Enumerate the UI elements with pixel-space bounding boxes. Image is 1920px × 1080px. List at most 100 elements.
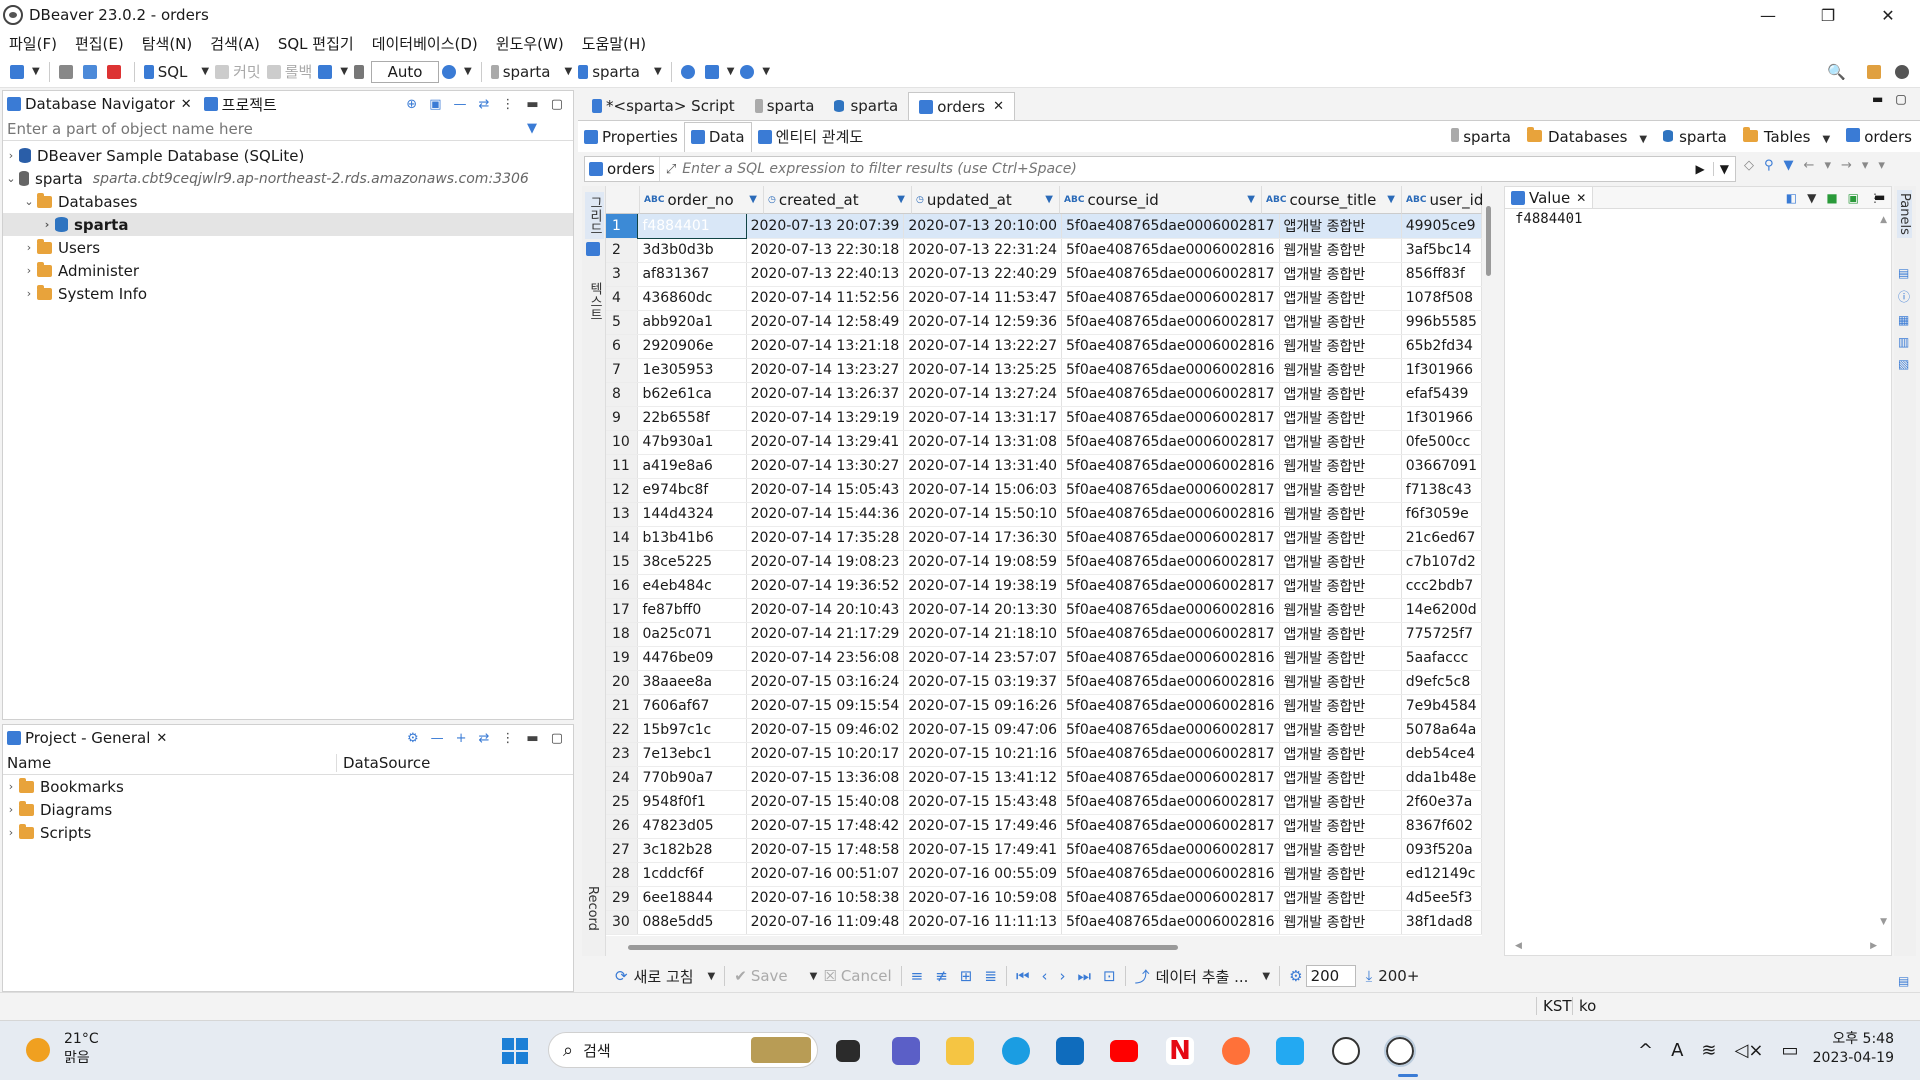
row-number[interactable]: 4 [606,286,639,311]
first-page-icon[interactable]: ⏮ [1016,967,1030,985]
timezone-status[interactable]: KST [1536,997,1572,1015]
cell-course_id[interactable]: 5f0ae408765dae0006002817 [1061,742,1280,767]
start-button[interactable] [502,1038,528,1064]
cell-order_no[interactable]: 436860dc [637,286,747,311]
table-row[interactable]: 6 2920906e 2020-07-14 13:21:18 2020-07-14 1… [606,334,1482,359]
cell-updated_at[interactable]: 2020-07-14 17:36:30 [903,526,1063,551]
menu-file[interactable]: 파일(F) [0,33,66,54]
cell-order_no[interactable]: 2920906e [637,334,747,359]
column-header-order_no[interactable]: ABC order_no ▼ [640,186,764,214]
tasks-button[interactable]: ▼ [704,59,734,85]
settings-icon[interactable]: ⚙ [407,731,419,746]
menu-database[interactable]: 데이터베이스(D) [363,33,487,54]
cell-order_no[interactable]: 15b97c1c [637,718,747,743]
cell-course_id[interactable]: 5f0ae408765dae0006002817 [1061,310,1280,335]
connect-button[interactable] [58,59,77,85]
cell-course_title[interactable]: 앱개발 종합반 [1279,550,1402,575]
forward-icon[interactable]: → [1841,158,1852,173]
breadcrumb-tables[interactable]: Tables ▼ [1742,126,1830,146]
cancel-button[interactable]: ☒ Cancel [823,963,891,989]
row-number[interactable]: 12 [606,478,639,503]
back-icon[interactable]: ← [1804,158,1815,173]
cell-order_no[interactable]: af831367 [637,262,747,287]
cell-course_title[interactable]: 웹개발 종합반 [1279,694,1402,719]
global-search-icon[interactable]: 🔍 [1827,59,1846,85]
fetch-size-settings[interactable]: ⚙ [1289,963,1302,989]
cell-created_at[interactable]: 2020-07-15 13:36:08 [746,766,905,791]
scrollbar-thumb[interactable] [1486,206,1491,276]
more-options-icon[interactable]: ▾ [1878,158,1885,173]
scroll-left-icon[interactable]: ◀ [1515,941,1522,951]
minimize-value-panel-icon[interactable]: ▬ [1874,190,1885,204]
row-number[interactable]: 21 [606,694,639,719]
cell-user_id[interactable]: 5078a64a [1401,718,1482,743]
tree-item-system-info[interactable]: › System Info [3,282,573,305]
cell-updated_at[interactable]: 2020-07-14 20:13:30 [903,598,1063,623]
battery-icon[interactable]: ▭ [1781,1040,1798,1061]
collapse-all-icon[interactable]: — [454,97,467,112]
cell-updated_at[interactable]: 2020-07-16 11:11:13 [903,910,1063,935]
cell-order_no[interactable]: 3c182b28 [637,838,747,863]
menu-help[interactable]: 도움말(H) [573,33,655,54]
cell-updated_at[interactable]: 2020-07-14 23:57:07 [903,646,1063,671]
row-number[interactable]: 14 [606,526,639,551]
cell-updated_at[interactable]: 2020-07-14 13:27:24 [903,382,1063,407]
row-number[interactable]: 30 [606,910,639,935]
cell-order_no[interactable]: 38ce5225 [637,550,747,575]
cell-created_at[interactable]: 2020-07-14 13:29:41 [746,430,905,455]
cell-created_at[interactable]: 2020-07-15 09:15:54 [746,694,905,719]
cell-created_at[interactable]: 2020-07-14 19:36:52 [746,574,905,599]
tab-project-general[interactable]: Project - General ✕ [3,729,171,747]
cell-created_at[interactable]: 2020-07-14 19:08:23 [746,550,905,575]
tab-projects[interactable]: 프로젝트 [196,94,285,115]
cell-created_at[interactable]: 2020-07-16 10:58:38 [746,886,905,911]
tree-item-sample-db[interactable]: › DBeaver Sample Database (SQLite) [3,144,573,167]
row-number[interactable]: 9 [606,406,639,431]
cell-updated_at[interactable]: 2020-07-14 13:31:08 [903,430,1063,455]
filter-expand-icon[interactable]: ⤢ [660,162,682,177]
tools-button[interactable] [680,59,699,85]
row-number[interactable]: 18 [606,622,639,647]
cell-course_title[interactable]: 앱개발 종합반 [1279,838,1402,863]
cell-order_no[interactable]: 22b6558f [637,406,747,431]
cell-user_id[interactable]: c7b107d2 [1401,550,1482,575]
cell-course_id[interactable]: 5f0ae408765dae0006002817 [1061,766,1280,791]
tab-sparta-1[interactable]: sparta [745,92,825,120]
cell-course_id[interactable]: 5f0ae408765dae0006002817 [1061,406,1280,431]
breadcrumb-database[interactable]: sparta [1663,128,1727,146]
teams-chat-icon[interactable] [892,1037,920,1065]
scrollbar-thumb[interactable] [628,945,1178,950]
cell-course_id[interactable]: 5f0ae408765dae0006002817 [1061,478,1280,503]
grid-view-toggle[interactable]: 그리드 [585,192,604,239]
value-content[interactable]: f4884401 [1505,209,1891,229]
table-row[interactable]: 28 1cddcf6f 2020-07-16 00:51:07 2020-07-16 … [606,862,1482,887]
cell-course_title[interactable]: 웹개발 종합반 [1279,502,1402,527]
invalidate-button[interactable] [82,59,101,85]
table-row[interactable]: 5 abb920a1 2020-07-14 12:58:49 2020-07-14 1… [606,310,1482,335]
cell-user_id[interactable]: 2f60e37a [1401,790,1482,815]
sort-icon[interactable]: ▼ [897,194,905,205]
cell-order_no[interactable]: 0a25c071 [637,622,747,647]
column-header-course_title[interactable]: ABC course_title ▼ [1262,186,1402,214]
cell-created_at[interactable]: 2020-07-14 23:56:08 [746,646,905,671]
table-row[interactable]: 21 7606af67 2020-07-15 09:15:54 2020-07-15 … [606,694,1482,719]
table-row[interactable]: 14 b13b41b6 2020-07-14 17:35:28 2020-07-14 … [606,526,1482,551]
cell-user_id[interactable]: f6f3059e [1401,502,1482,527]
cell-updated_at[interactable]: 2020-07-14 11:53:47 [903,286,1063,311]
cell-order_no[interactable]: 4476be09 [637,646,747,671]
cell-user_id[interactable]: 8367f602 [1401,814,1482,839]
cell-course_title[interactable]: 웹개발 종합반 [1279,454,1402,479]
cell-course_id[interactable]: 5f0ae408765dae0006002817 [1061,286,1280,311]
cell-course_id[interactable]: 5f0ae408765dae0006002816 [1061,358,1280,383]
collapse-all-icon[interactable]: — [431,731,444,746]
scroll-down-icon[interactable]: ▼ [1880,917,1887,927]
cell-user_id[interactable]: 14e6200d [1401,598,1482,623]
cell-order_no[interactable]: 1e305953 [637,358,747,383]
grouping-panel-icon[interactable]: ▦ [1898,313,1910,327]
maximize-panel-icon[interactable]: ▢ [551,731,563,746]
task-view-icon[interactable] [836,1040,860,1062]
apply-filter-icon[interactable]: ▶ [1688,162,1713,176]
dropdown-icon[interactable]: ▼ [1807,191,1816,205]
close-button[interactable]: ✕ [1860,0,1916,30]
cell-course_title[interactable]: 앱개발 종합반 [1279,814,1402,839]
